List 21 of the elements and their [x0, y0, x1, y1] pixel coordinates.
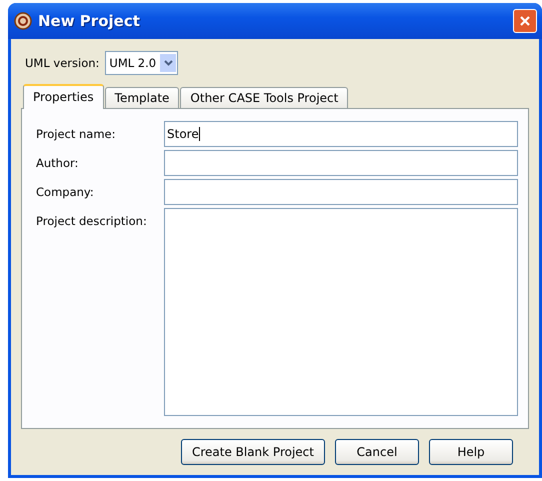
description-field[interactable] — [164, 208, 518, 416]
input-field[interactable] — [164, 150, 518, 176]
dialog-button[interactable]: Create Blank Project — [180, 439, 325, 465]
field-label: Project description: — [36, 213, 148, 230]
field-label: Author: — [36, 155, 80, 172]
tab[interactable]: Properties — [23, 84, 104, 109]
tab[interactable]: Template — [104, 87, 180, 108]
chevron-down-icon — [164, 60, 173, 66]
uml-version-dropdown[interactable]: UML 2.0 — [105, 51, 178, 75]
field-label: Project name: — [36, 126, 116, 143]
input-field[interactable] — [164, 179, 518, 205]
close-button[interactable] — [513, 9, 537, 33]
dialog-button[interactable]: Help — [429, 439, 513, 465]
close-icon — [519, 15, 531, 27]
input-field[interactable]: Store — [164, 121, 518, 147]
uml-version-label: UML version: — [25, 56, 100, 70]
field-label: Company: — [36, 184, 95, 201]
app-icon — [14, 12, 32, 30]
tab[interactable]: Other CASE Tools Project — [180, 87, 348, 108]
window-title: New Project — [38, 12, 141, 30]
dialog-button[interactable]: Cancel — [335, 439, 419, 465]
